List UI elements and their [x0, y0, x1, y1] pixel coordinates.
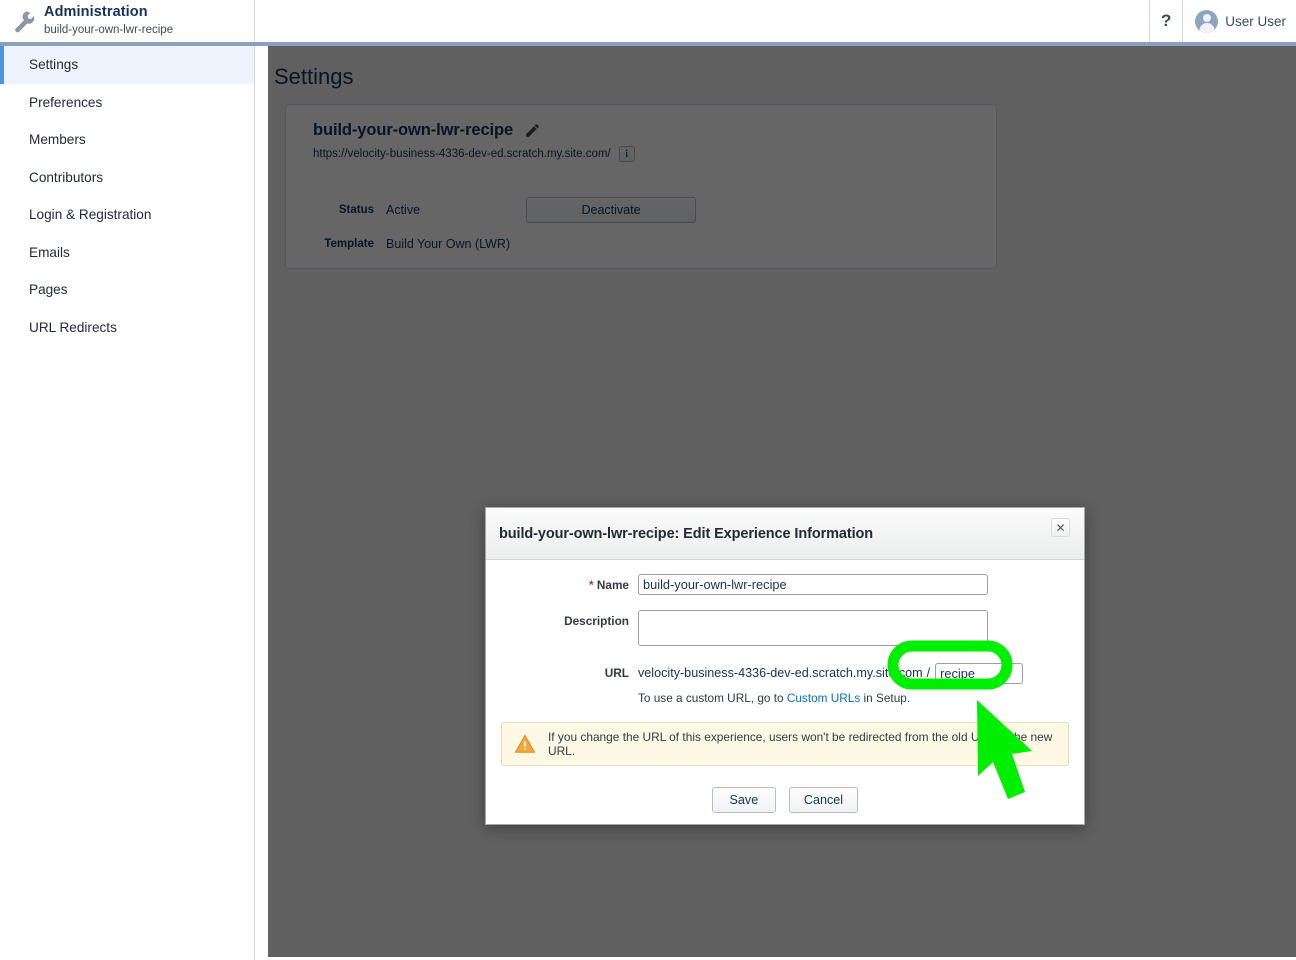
sidebar-item-login-registration[interactable]: Login & Registration	[0, 196, 254, 234]
url-separator: /	[926, 666, 931, 680]
url-domain-text: velocity-business-4336-dev-ed.scratch.my…	[638, 666, 923, 680]
sidebar-item-preferences[interactable]: Preferences	[0, 84, 254, 122]
sidebar-item-pages[interactable]: Pages	[0, 271, 254, 309]
name-label: * Name	[486, 574, 638, 596]
url-field-row: URL velocity-business-4336-dev-ed.scratc…	[486, 662, 1084, 705]
user-menu[interactable]: User User	[1182, 0, 1296, 42]
edit-experience-modal: build-your-own-lwr-recipe: Edit Experien…	[485, 507, 1085, 825]
name-input[interactable]	[638, 574, 988, 595]
brand-title: Administration	[44, 3, 148, 20]
cancel-button[interactable]: Cancel	[788, 787, 859, 813]
modal-header: build-your-own-lwr-recipe: Edit Experien…	[486, 508, 1084, 560]
app-root: Administration build-your-own-lwr-recipe…	[0, 0, 1296, 960]
close-icon[interactable]: ✕	[1051, 518, 1070, 537]
brand-text: Administration build-your-own-lwr-recipe	[40, 3, 174, 38]
user-avatar-icon	[1195, 9, 1219, 33]
description-label: Description	[564, 614, 629, 628]
sidebar-item-label: Emails	[29, 244, 70, 260]
url-label: URL	[604, 666, 629, 680]
wrench-icon	[10, 6, 40, 36]
sidebar-item-label: Settings	[29, 57, 79, 73]
url-help-text: To use a custom URL, go to Custom URLs i…	[638, 691, 1023, 705]
help-button[interactable]: ?	[1149, 0, 1182, 42]
sidebar-nav: Settings Preferences Members Contributor…	[0, 46, 255, 960]
url-help-suffix: in Setup.	[860, 691, 911, 705]
sidebar-item-label: Members	[29, 132, 86, 148]
required-marker: *	[588, 578, 594, 592]
sidebar-item-contributors[interactable]: Contributors	[0, 159, 254, 197]
header-right-group: ? User User	[1149, 0, 1296, 42]
sidebar-item-members[interactable]: Members	[0, 121, 254, 159]
name-label-text: Name	[596, 578, 629, 592]
sidebar-item-label: Pages	[29, 282, 68, 298]
warning-message: If you change the URL of this experience…	[548, 730, 1053, 758]
brand-block: Administration build-your-own-lwr-recipe	[0, 0, 255, 42]
description-textarea[interactable]	[638, 610, 988, 646]
warning-triangle-icon	[514, 733, 536, 755]
save-button[interactable]: Save	[711, 787, 776, 813]
url-field-group: velocity-business-4336-dev-ed.scratch.my…	[638, 662, 1024, 705]
modal-title: build-your-own-lwr-recipe: Edit Experien…	[499, 525, 874, 542]
description-field-row: Description	[486, 610, 1084, 646]
sidebar-item-label: URL Redirects	[29, 319, 117, 335]
sidebar-item-settings[interactable]: Settings	[0, 46, 254, 84]
sidebar-item-label: Preferences	[29, 94, 103, 110]
custom-urls-link[interactable]: Custom URLs	[787, 691, 860, 705]
sidebar-item-label: Contributors	[29, 169, 104, 185]
url-path-input[interactable]	[935, 662, 1024, 684]
sidebar-item-emails[interactable]: Emails	[0, 234, 254, 272]
url-help-prefix: To use a custom URL, go to	[638, 691, 787, 705]
modal-footer-actions: Save Cancel	[486, 787, 1084, 813]
brand-subtitle: build-your-own-lwr-recipe	[44, 23, 174, 36]
modal-body: * Name Description URL velocity-business…	[486, 574, 1084, 813]
header-spacer	[255, 0, 1149, 42]
sidebar-item-label: Login & Registration	[29, 207, 152, 223]
url-change-warning: If you change the URL of this experience…	[501, 722, 1069, 766]
name-field-row: * Name	[486, 574, 1084, 596]
sidebar-item-url-redirects[interactable]: URL Redirects	[0, 309, 254, 347]
user-name-label: User User	[1225, 13, 1286, 29]
url-composite-line: velocity-business-4336-dev-ed.scratch.my…	[638, 662, 1024, 684]
top-header-bar: Administration build-your-own-lwr-recipe…	[0, 0, 1296, 42]
